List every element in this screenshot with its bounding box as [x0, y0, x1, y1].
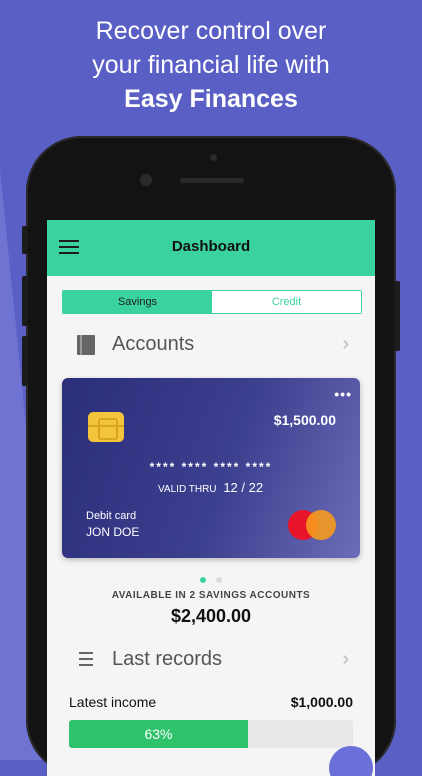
promo-line-1: Recover control over [95, 17, 327, 45]
card-balance: $1,500.00 [273, 412, 336, 428]
card-valid-thru: VALID THRU 12 / 22 [158, 480, 263, 495]
book-icon [77, 335, 95, 355]
card-holder: JON DOE [86, 525, 140, 539]
app-bar: Dashboard [47, 220, 375, 276]
records-title: Last records [112, 648, 223, 670]
add-button[interactable] [329, 746, 373, 776]
records-section-header[interactable]: Last records › [47, 640, 375, 680]
valid-thru-label: VALID THRU [158, 484, 217, 495]
phone-volume-up [22, 276, 28, 326]
promo-headline: Recover control over your financial life… [0, 14, 422, 116]
latest-income-row: Latest income $1,000.00 [69, 694, 353, 710]
promo-line-3: Easy Finances [124, 85, 298, 113]
list-icon [79, 652, 95, 668]
pager-dot-active[interactable] [199, 577, 206, 583]
page-title: Dashboard [171, 238, 251, 255]
accounts-title: Accounts [112, 333, 195, 355]
phone-power-button [394, 281, 400, 351]
phone-frame: Dashboard Savings Credit Accounts › ••• … [22, 136, 400, 776]
chevron-right-icon[interactable]: › [342, 333, 349, 356]
account-type-tabs: Savings Credit [62, 290, 362, 314]
tab-credit[interactable]: Credit [212, 291, 361, 313]
tab-savings[interactable]: Savings [63, 291, 212, 313]
phone-speaker [180, 178, 244, 183]
more-options-icon[interactable]: ••• [334, 386, 352, 402]
pager-dot[interactable] [216, 577, 223, 583]
app-screen: Dashboard Savings Credit Accounts › ••• … [47, 220, 375, 776]
valid-thru-date: 12 / 22 [223, 480, 264, 495]
mastercard-logo-icon [288, 510, 336, 540]
promo-line-2: your financial life with [92, 51, 330, 79]
available-amount: $2,400.00 [170, 606, 252, 626]
card-number: **** **** **** **** [149, 460, 273, 474]
accounts-section-header[interactable]: Accounts › [47, 325, 375, 365]
progress-fill: 63% [69, 720, 248, 748]
latest-income-value: $1,000.00 [290, 694, 353, 710]
income-progress-bar: 63% [69, 720, 353, 748]
chevron-right-icon[interactable]: › [342, 648, 349, 671]
available-summary-label: AVAILABLE IN 2 SAVINGS ACCOUNTS [111, 590, 311, 601]
phone-volume-down [22, 336, 28, 386]
card-type: Debit card [86, 510, 137, 522]
debit-card[interactable]: ••• $1,500.00 **** **** **** **** VALID … [62, 378, 360, 558]
phone-mute-switch [22, 226, 28, 254]
phone-camera [140, 174, 152, 186]
chip-icon [88, 412, 124, 442]
phone-sensor [210, 154, 217, 161]
card-pager [47, 570, 375, 588]
latest-income-label: Latest income [69, 694, 157, 710]
